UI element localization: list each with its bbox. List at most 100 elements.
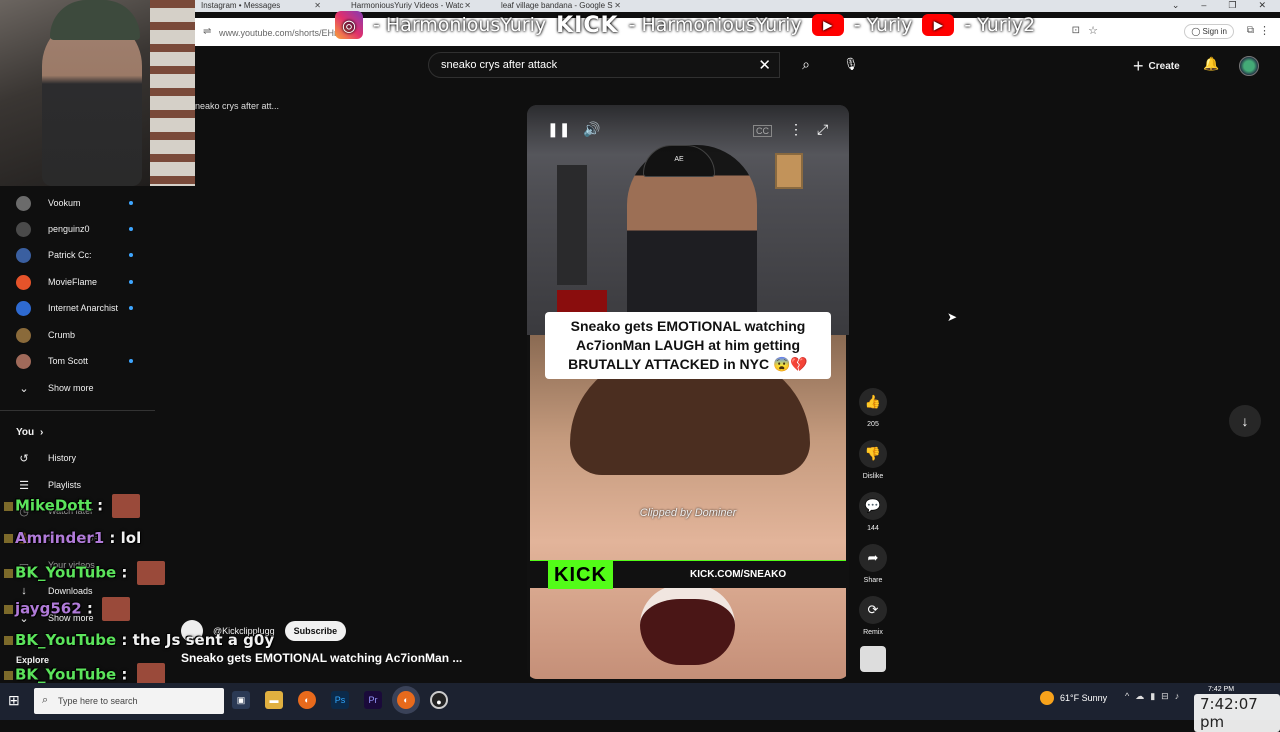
notifications-bell-icon[interactable]: 🔔 [1203,56,1219,72]
install-app-icon[interactable]: ⊡ [1072,25,1080,36]
search-history-entry[interactable]: neako crys after att... [195,101,279,111]
new-content-dot [129,201,133,205]
bookshelf-image [150,0,195,186]
channel-avatar [16,300,31,316]
sign-in-button[interactable]: ◯ Sign in [1184,24,1234,39]
downloads-icon: ↓ [21,585,27,597]
close-window-icon[interactable]: ✕ [1258,0,1266,12]
account-icon: ◯ [1191,27,1203,36]
sound-thumbnail[interactable] [860,646,886,672]
chat-message: Amrinder1 : lol [4,529,141,547]
youtube-icon: ▶ [811,14,844,36]
new-content-dot [129,227,133,231]
youtube-header: ✕ ⌕ 🎙 +Create 🔔 [195,46,1280,86]
menu-dots-icon[interactable]: ⋮ [1259,24,1270,37]
firefox-active-icon[interactable]: ◐ [397,691,415,709]
remix-button[interactable]: ⟳ Remix [857,596,889,636]
search-box[interactable]: ✕ [428,52,780,78]
comment-icon: 💬 [859,492,887,520]
windows-taskbar: ⊞ ⌕ Type here to search ▣ ▬ ◐ Ps Pr ◐ ● 6… [0,683,1280,720]
you-section-header[interactable]: You › [0,419,155,445]
window-controls: ⌄ – ❐ ✕ [1172,0,1280,12]
subscription-item[interactable]: Tom Scott [0,348,155,374]
chat-message: MikeDott : [4,494,141,518]
webcam-overlay [0,0,195,186]
kick-handle: - HarmoniousYuriy [628,14,802,36]
task-view-icon[interactable]: ▣ [232,691,250,709]
kick-banner-logo: KICK [548,561,613,589]
stream-social-overlay: ◎ - HarmoniousYuriy KICK - HarmoniousYur… [335,8,1035,42]
channel-avatar [16,353,31,369]
voice-search-button[interactable]: 🎙 [838,52,864,78]
chat-emote-icon [102,597,131,621]
dislike-button[interactable]: 👎 Dislike [857,440,889,480]
chat-badge-icon [4,604,13,614]
taskbar-clock[interactable]: 7:42 PM [1208,686,1234,693]
bookmark-star-icon[interactable]: ☆ [1088,24,1098,37]
share-button[interactable]: ➦ Share [857,544,889,584]
chevron-down-icon[interactable]: ⌄ [1172,0,1180,12]
stream-clock-overlay: 7:42:07 pm [1194,694,1280,732]
new-content-dot [129,253,133,257]
comments-button[interactable]: 💬 144 [857,492,889,532]
chevron-down-icon: ⌄ [19,382,29,395]
chevron-right-icon: › [40,426,44,438]
subscription-item[interactable]: MovieFlame [0,269,155,295]
plus-icon: + [1133,56,1144,76]
maximize-icon[interactable]: ❐ [1228,0,1236,12]
laughing-mouth-image [640,585,735,665]
create-button[interactable]: + Create [1133,56,1180,77]
fullscreen-icon[interactable]: ⤢ [817,121,828,138]
short-title[interactable]: Sneako gets EMOTIONAL watching Ac7ionMan… [181,651,462,665]
show-more-button[interactable]: ⌄ Show more [0,375,155,401]
avatar[interactable] [1239,56,1259,76]
tab-instagram[interactable]: Instagram • Messages ✕ [195,0,325,12]
streamer-image [42,16,142,186]
chat-message: jayg562 : [4,597,131,621]
taskbar-search[interactable]: ⌕ Type here to search [34,688,224,714]
channel-avatar [16,327,31,343]
like-button[interactable]: 👍 205 [857,388,889,428]
obs-icon[interactable]: ● [430,691,448,709]
chat-badge-icon [4,501,13,511]
subscription-item[interactable]: Internet Anarchist [0,295,155,321]
chat-badge-icon [4,636,13,645]
subscription-item[interactable]: Patrick Cc: [0,242,155,268]
windows-start-icon[interactable]: ⊞ [8,692,20,709]
captions-icon[interactable]: CC [753,125,772,137]
pause-icon[interactable]: ❚❚ [547,121,570,138]
arrow-down-icon: ↓ [1241,413,1249,429]
premiere-icon[interactable]: Pr [364,691,382,709]
file-explorer-icon[interactable]: ▬ [265,691,283,709]
photoshop-icon[interactable]: Ps [331,691,349,709]
chat-message: BK_YouTube : the Js sent a g0y [4,631,274,649]
search-input[interactable] [441,59,741,71]
clear-search-icon[interactable]: ✕ [758,56,771,74]
subscription-item[interactable]: Crumb [0,322,155,348]
youtube-handle-1: - Yuriy [853,14,913,36]
video-controls: ❚❚ 🔊 CC ⋮ ⤢ [527,105,849,155]
search-icon: ⌕ [42,694,49,706]
new-content-dot [129,359,133,363]
search-button[interactable]: ⌕ [790,52,822,78]
subscribe-button[interactable]: Subscribe [284,621,347,641]
sidebar-item-history[interactable]: ↺ History [0,445,155,471]
thumbs-up-icon: 👍 [859,388,887,416]
more-options-icon[interactable]: ⋮ [789,121,803,138]
subscription-item[interactable]: penguinz0 [0,216,155,242]
shorts-video-player[interactable]: AE ❚❚ 🔊 CC ⋮ ⤢ Sneako gets EMOTIONAL wat… [527,105,849,679]
volume-icon[interactable]: 🔊 [583,121,600,138]
channel-avatar [16,247,31,263]
extensions-icon[interactable]: ⧉ [1247,25,1254,36]
subscription-item[interactable]: Vookum [0,190,155,216]
history-icon: ↺ [19,452,29,465]
system-tray[interactable]: ^☁▮⊟♪ [1125,691,1185,702]
minimize-icon[interactable]: – [1201,0,1206,12]
close-tab-icon[interactable]: ✕ [314,0,321,11]
site-settings-icon[interactable]: ⇌ [203,26,211,37]
firefox-icon[interactable]: ◐ [298,691,316,709]
next-short-button[interactable]: ↓ [1229,405,1261,437]
channel-avatar [16,274,31,290]
weather-widget[interactable]: 61°F Sunny [1040,691,1107,705]
sun-icon [1040,691,1054,705]
